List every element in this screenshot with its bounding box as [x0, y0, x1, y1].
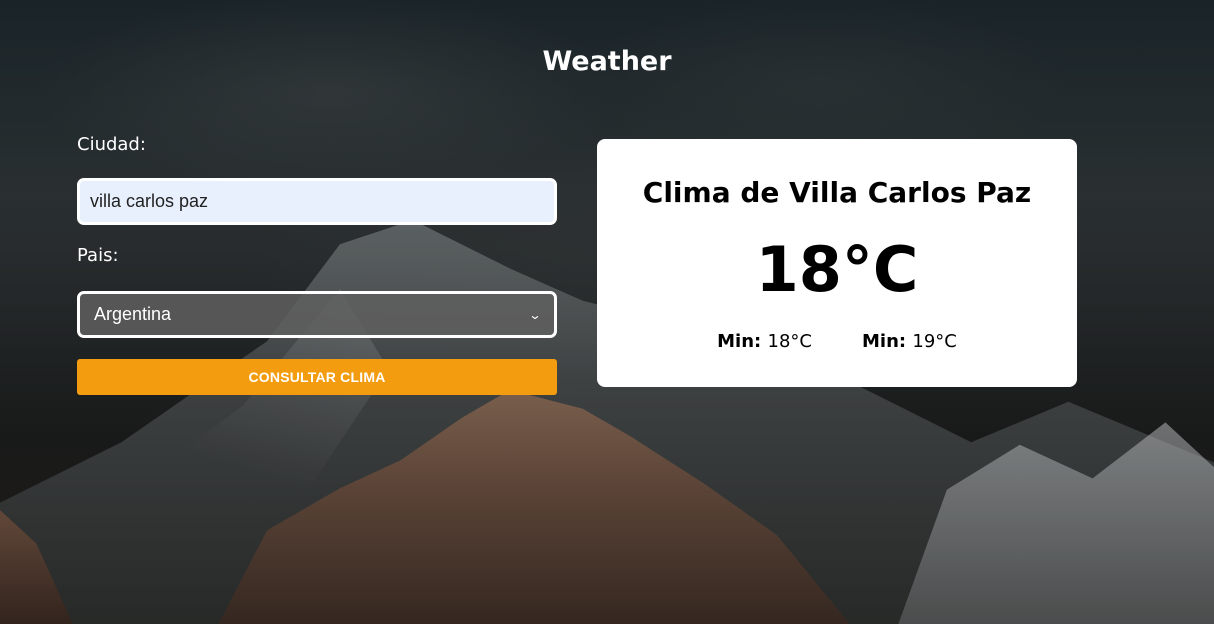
- min-max-row: Min: 18°C Min: 19°C: [597, 331, 1077, 352]
- current-temperature: 18°C: [755, 233, 919, 306]
- max-label: Min:: [862, 331, 913, 352]
- max-value: 19°C: [912, 331, 957, 352]
- min-value: 18°C: [767, 331, 812, 352]
- consultar-clima-button[interactable]: CONSULTAR CLIMA: [77, 359, 557, 395]
- weather-form: Ciudad: villa carlos paz Pais: Argentina…: [77, 134, 557, 395]
- min-temperature: Min: 18°C: [717, 331, 812, 352]
- min-label: Min:: [717, 331, 768, 352]
- country-select-value: Argentina: [94, 304, 172, 324]
- country-label: Pais:: [77, 245, 119, 266]
- city-input[interactable]: villa carlos paz: [77, 178, 557, 225]
- max-temperature: Min: 19°C: [862, 331, 957, 352]
- weather-result-card: Clima de Villa Carlos Paz 18°C Min: 18°C…: [597, 139, 1077, 387]
- city-input-value: villa carlos paz: [90, 191, 209, 211]
- chevron-down-icon: ⌄: [528, 307, 542, 322]
- country-select[interactable]: Argentina ⌄: [77, 291, 557, 338]
- city-label: Ciudad:: [77, 134, 146, 155]
- result-title: Clima de Villa Carlos Paz: [642, 176, 1032, 209]
- page-title: Weather: [542, 46, 672, 77]
